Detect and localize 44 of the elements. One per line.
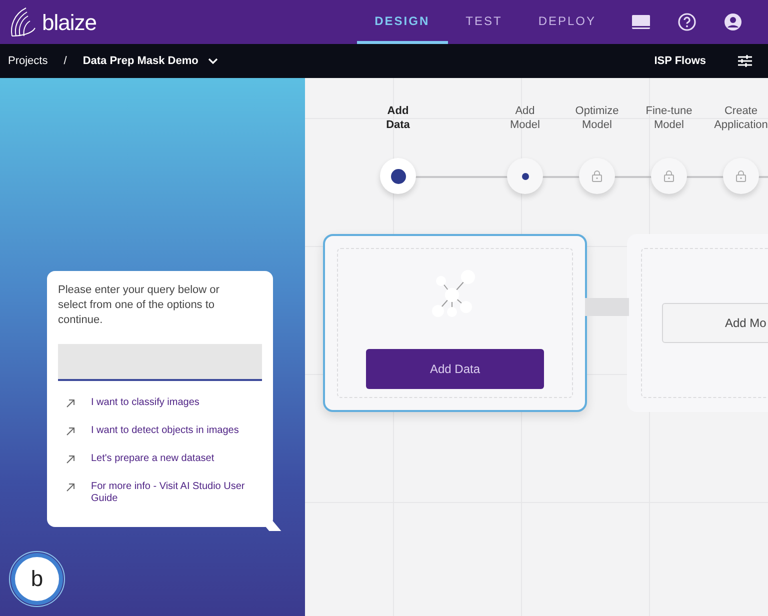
query-field[interactable] <box>58 344 262 381</box>
step-node[interactable] <box>723 158 759 194</box>
help-icon[interactable] <box>676 11 698 33</box>
nav-tab[interactable]: TEST <box>448 0 520 44</box>
add-data-button[interactable]: Add Data <box>366 349 544 389</box>
lock-icon <box>592 170 602 182</box>
chevron-down-icon[interactable] <box>208 58 218 64</box>
nav-tab[interactable]: DEPLOY <box>520 0 614 44</box>
arrow-up-right-icon <box>66 482 75 492</box>
flow-card[interactable]: Add Data <box>323 234 587 412</box>
arrow-up-right-icon <box>66 426 75 436</box>
isp-flows-link[interactable]: ISP Flows <box>654 52 706 70</box>
step-label: Optimize Model <box>575 104 619 134</box>
lock-icon <box>664 170 674 182</box>
step-label: Fine-tune Model <box>646 104 692 134</box>
account-icon[interactable] <box>722 11 744 33</box>
project-name: Data Prep Mask Demo <box>82 54 198 69</box>
sliders-icon[interactable] <box>738 55 752 67</box>
step-node[interactable] <box>651 158 687 194</box>
network-nodes-icon <box>432 269 478 319</box>
card-connector <box>585 298 629 316</box>
step-dot-icon <box>390 168 406 184</box>
step-label: Create Application <box>714 104 768 134</box>
assistant-prompt: Please enter your query below or select from one of the options to continue. <box>58 283 220 328</box>
logo-icon <box>8 6 38 38</box>
suggestion-link[interactable]: I want to detect objects in images <box>91 424 239 437</box>
lock-icon <box>736 170 746 182</box>
step-node[interactable] <box>579 158 615 194</box>
add-model-button[interactable]: Add Mo <box>662 303 768 343</box>
step-dot-icon <box>522 172 528 180</box>
step-label: Add Data <box>386 104 410 134</box>
breadcrumb-separator: / <box>64 54 67 69</box>
suggestion-link[interactable]: I want to classify images <box>91 396 200 409</box>
logo-text: blaize <box>42 8 96 36</box>
breadcrumb-link[interactable]: Projects <box>8 52 48 70</box>
arrow-up-right-icon <box>66 398 75 408</box>
arrow-up-right-icon <box>66 454 75 464</box>
step-node[interactable] <box>380 158 416 194</box>
suggestion-link[interactable]: Let's prepare a new dataset <box>91 452 214 465</box>
suggestion-link[interactable]: For more info - Visit AI Studio User Guide <box>91 480 262 505</box>
assistant-launcher[interactable]: b <box>9 550 65 607</box>
step-node[interactable] <box>507 158 543 194</box>
flow-card[interactable]: Add Mo <box>627 234 768 412</box>
step-label: Add Model <box>510 104 540 134</box>
